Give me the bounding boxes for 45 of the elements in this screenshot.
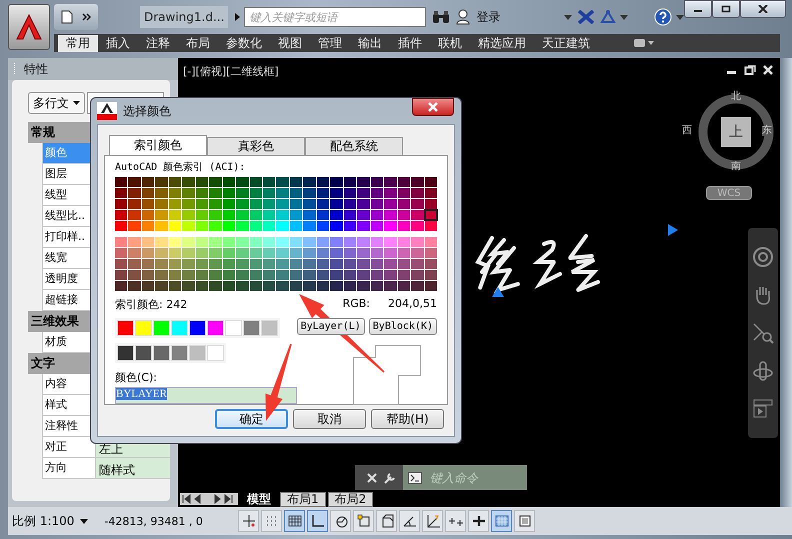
compass-label[interactable]: 东: [762, 126, 772, 136]
search-field[interactable]: 键入关键字或短语: [244, 7, 426, 27]
ribbon-tab[interactable]: 天正建筑: [534, 34, 598, 52]
ribbon-tab[interactable]: 联机: [430, 34, 470, 52]
color-input-field[interactable]: BYLAYER: [115, 387, 297, 404]
byblock-button[interactable]: ByBlock(K): [368, 318, 437, 335]
rgb-value: 204,0,51: [388, 297, 437, 312]
dialog-button[interactable]: 取消: [293, 409, 366, 429]
ribbon-tab[interactable]: 插入: [98, 34, 138, 52]
dialog-tab[interactable]: 索引颜色: [109, 135, 207, 155]
property-name[interactable]: 方向: [42, 458, 96, 479]
ribbon-tab[interactable]: 管理: [310, 34, 350, 52]
property-value[interactable]: 随样式: [96, 458, 170, 479]
command-input-field[interactable]: 键入命令: [428, 470, 512, 486]
ribbon-tab[interactable]: 常用: [58, 34, 98, 52]
bylayer-button[interactable]: ByLayer(L): [296, 318, 365, 335]
ribbon-tab[interactable]: 输出: [350, 34, 390, 52]
document-title: Drawing1.d...: [140, 6, 228, 28]
sign-in-link[interactable]: 登录: [476, 8, 500, 26]
ribbon-tab[interactable]: 插件: [390, 34, 430, 52]
layout-tab[interactable]: 布局1: [280, 492, 326, 506]
scale-dropdown[interactable]: 比例 1:100: [8, 512, 92, 530]
object-type-dropdown[interactable]: 多行文: [28, 92, 85, 114]
compass-label[interactable]: 西: [682, 126, 692, 136]
command-input-field[interactable]: 键入命令: [403, 465, 527, 490]
ribbon-tab[interactable]: 注释: [138, 34, 178, 52]
coordinates-readout: -42813, 93481 , 0: [104, 514, 204, 528]
ribbon-tab[interactable]: 精选应用: [470, 34, 534, 52]
compass-label[interactable]: 北: [731, 92, 741, 102]
ribbon-tab[interactable]: 视图: [270, 34, 310, 52]
dialog-tab[interactable]: 真彩色: [207, 137, 305, 155]
compass-label[interactable]: 南: [731, 162, 741, 172]
ribbon-tab[interactable]: 布局: [178, 34, 218, 52]
ribbon-tab[interactable]: 参数化: [218, 34, 270, 52]
dialog-title: 选择颜色: [123, 102, 171, 120]
dialog-button[interactable]: 确定: [215, 409, 288, 429]
property-name[interactable]: 对正: [42, 437, 96, 458]
dialog-tab[interactable]: 配色系统: [305, 137, 403, 155]
panel-title: 特性: [24, 60, 48, 78]
color-field-label: 颜色(C):: [115, 370, 158, 385]
viewcube-face[interactable]: 上: [721, 117, 751, 147]
viewport-controls-label[interactable]: [-][俯视][二维线框]: [183, 64, 279, 79]
dialog-button[interactable]: 帮助(H): [371, 409, 444, 429]
layout-tab[interactable]: 布局2: [328, 492, 374, 506]
rgb-label: RGB:: [342, 297, 370, 312]
